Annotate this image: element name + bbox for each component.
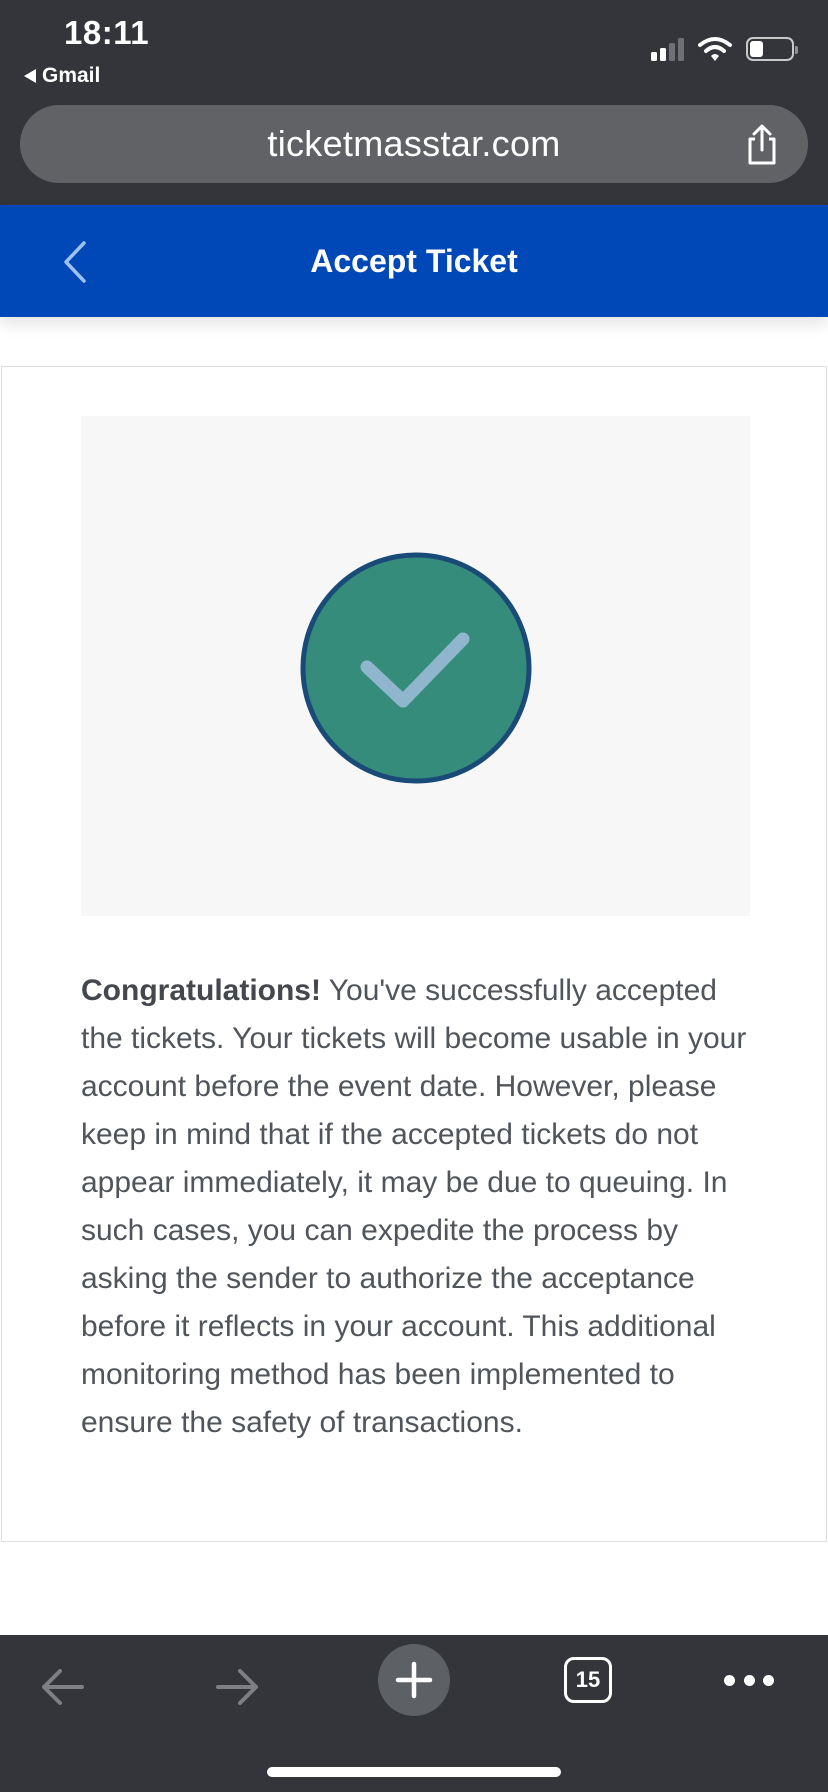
address-bar[interactable]: ticketmasstar.com xyxy=(20,105,808,183)
home-indicator[interactable] xyxy=(267,1767,561,1777)
new-tab-button[interactable] xyxy=(378,1644,450,1716)
confirmation-headline: Congratulations! xyxy=(81,974,321,1007)
app-screen: 18:11 Gmail ticketmasstar.com Accept Tic… xyxy=(0,0,828,1792)
battery-icon xyxy=(746,37,798,61)
more-icon[interactable] xyxy=(724,1665,774,1695)
tab-count: 15 xyxy=(575,1667,601,1692)
plus-icon xyxy=(395,1661,433,1699)
arrow-left-icon[interactable] xyxy=(38,1665,88,1709)
confirmation-body: You've successfully accepted the tickets… xyxy=(81,974,747,1439)
cellular-signal-icon xyxy=(651,37,684,61)
arrow-right-icon[interactable] xyxy=(212,1665,262,1709)
share-icon[interactable] xyxy=(742,123,782,167)
checkmark-circle-icon xyxy=(300,552,532,784)
page-title: Accept Ticket xyxy=(310,242,518,279)
browser-chrome-top: 18:11 Gmail ticketmasstar.com xyxy=(0,0,828,205)
tabs-button[interactable]: 15 xyxy=(564,1657,612,1703)
back-app-label: Gmail xyxy=(42,64,101,87)
app-header: Accept Ticket xyxy=(0,205,828,317)
browser-toolbar: 15 xyxy=(0,1635,828,1792)
confirmation-card: Congratulations! You've successfully acc… xyxy=(1,366,827,1542)
back-to-app-link[interactable]: Gmail xyxy=(24,64,100,88)
url-text: ticketmasstar.com xyxy=(267,123,561,164)
success-illustration xyxy=(81,416,750,916)
status-icons xyxy=(651,36,798,62)
back-triangle-icon xyxy=(24,69,36,83)
wifi-icon xyxy=(698,37,732,61)
status-time: 18:11 xyxy=(64,14,150,51)
confirmation-message: Congratulations! You've successfully acc… xyxy=(81,967,761,1447)
